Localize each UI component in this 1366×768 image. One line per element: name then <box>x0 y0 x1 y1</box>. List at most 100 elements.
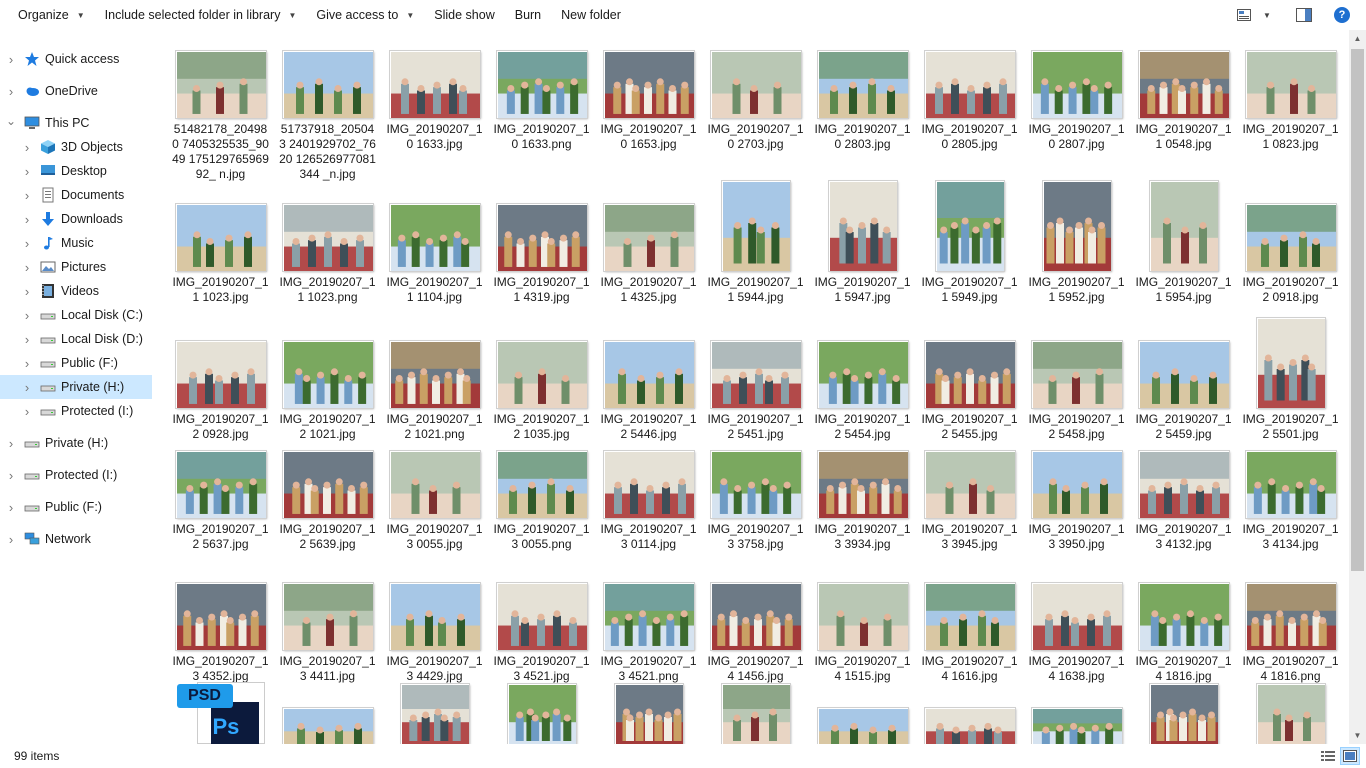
collapse-arrow-icon[interactable]: › <box>6 436 16 451</box>
file-item[interactable]: IMG_20190207_13 0055.png <box>490 432 593 552</box>
nav-item-local-disk-d[interactable]: › Local Disk (D:) <box>0 327 152 351</box>
scroll-down-icon[interactable]: ▼ <box>1349 727 1366 744</box>
collapse-arrow-icon[interactable]: › <box>22 284 32 299</box>
file-item[interactable]: IMG_20190207_13 4429.jpg <box>383 564 486 684</box>
include-in-library-menu[interactable]: Include selected folder in library ▼ <box>95 0 307 30</box>
preview-pane-button[interactable] <box>1292 4 1316 26</box>
nav-item-onedrive[interactable]: › OneDrive <box>0 79 152 103</box>
details-view-button[interactable] <box>1318 747 1338 765</box>
file-item[interactable]: IMG_20190207_13 3934.jpg <box>811 432 914 552</box>
nav-item-protected-i[interactable]: › Protected (I:) <box>0 463 152 487</box>
collapse-arrow-icon[interactable]: › <box>6 532 16 547</box>
file-item[interactable]: 51737918_205043 2401929702_7620 12652697… <box>276 32 379 182</box>
file-item[interactable]: IMG_20190207_10 2803.jpg <box>811 32 914 152</box>
collapse-arrow-icon[interactable]: › <box>22 380 32 395</box>
file-item[interactable]: IMG_20190207_11 1104.jpg <box>383 185 486 305</box>
file-item[interactable]: IMG_20190207_10 2805.jpg <box>918 32 1021 152</box>
file-item[interactable]: IMG_20190207_12 5451.jpg <box>704 322 807 442</box>
nav-item-3d-objects[interactable]: › 3D Objects <box>0 135 152 159</box>
file-item[interactable]: IMG_20190207_12 5501.jpg <box>1239 317 1342 442</box>
file-item[interactable]: IMG_20190207_14 1816.jpg <box>1132 564 1235 684</box>
file-item[interactable]: IMG_20190207_10 2703.jpg <box>704 32 807 152</box>
file-item[interactable] <box>1239 672 1342 744</box>
file-item[interactable] <box>1025 672 1128 744</box>
file-item[interactable] <box>490 672 593 744</box>
file-item[interactable]: IMG_20190207_12 1035.jpg <box>490 322 593 442</box>
scrollbar-thumb[interactable] <box>1351 49 1364 571</box>
file-item[interactable]: IMG_20190207_14 1616.jpg <box>918 564 1021 684</box>
file-item[interactable]: IMG_20190207_13 3950.jpg <box>1025 432 1128 552</box>
nav-item-videos[interactable]: › Videos <box>0 279 152 303</box>
nav-item-protected-i[interactable]: › Protected (I:) <box>0 399 152 423</box>
file-item[interactable]: IMG_20190207_12 5639.jpg <box>276 432 379 552</box>
file-item[interactable] <box>383 672 486 744</box>
file-item[interactable]: IMG_20190207_10 2807.jpg <box>1025 32 1128 152</box>
file-item[interactable]: IMG_20190207_13 4134.jpg <box>1239 432 1342 552</box>
collapse-arrow-icon[interactable]: › <box>6 500 16 515</box>
file-item[interactable]: IMG_20190207_12 5454.jpg <box>811 322 914 442</box>
vertical-scrollbar[interactable]: ▲ ▼ <box>1349 30 1366 744</box>
file-item[interactable]: IMG_20190207_11 1023.png <box>276 185 379 305</box>
file-item[interactable]: IMG_20190207_11 4319.jpg <box>490 185 593 305</box>
file-item[interactable]: IMG_20190207_12 5455.jpg <box>918 322 1021 442</box>
collapse-arrow-icon[interactable]: › <box>22 212 32 227</box>
file-item[interactable]: IMG_20190207_12 1021.png <box>383 322 486 442</box>
file-item[interactable]: IMG_20190207_11 0548.jpg <box>1132 32 1235 152</box>
collapse-arrow-icon[interactable]: › <box>6 84 16 99</box>
collapse-arrow-icon[interactable]: › <box>22 164 32 179</box>
file-item[interactable]: IMG_20190207_13 4521.jpg <box>490 564 593 684</box>
nav-item-private-h[interactable]: › Private (H:) <box>0 431 152 455</box>
file-item[interactable]: IMG_20190207_12 0928.jpg <box>169 322 272 442</box>
nav-item-documents[interactable]: › Documents <box>0 183 152 207</box>
file-item[interactable]: IMG_20190207_13 3758.jpg <box>704 432 807 552</box>
nav-item-music[interactable]: › Music <box>0 231 152 255</box>
file-item[interactable] <box>276 672 379 744</box>
file-item[interactable]: 51482178_204980 7405325535_9049 17512976… <box>169 32 272 182</box>
nav-item-public-f[interactable]: › Public (F:) <box>0 351 152 375</box>
nav-item-local-disk-c[interactable]: › Local Disk (C:) <box>0 303 152 327</box>
collapse-arrow-icon[interactable]: › <box>22 140 32 155</box>
file-item[interactable] <box>597 672 700 744</box>
file-item[interactable]: IMG_20190207_12 0918.jpg <box>1239 185 1342 305</box>
slide-show-button[interactable]: Slide show <box>424 0 504 30</box>
collapse-arrow-icon[interactable]: › <box>22 260 32 275</box>
nav-item-pictures[interactable]: › Pictures <box>0 255 152 279</box>
file-item[interactable] <box>1132 672 1235 744</box>
file-item[interactable]: IMG_20190207_10 1653.jpg <box>597 32 700 152</box>
file-item[interactable]: IMG_20190207_11 5954.jpg <box>1132 180 1235 305</box>
file-item[interactable]: PSD Ps <box>169 672 272 744</box>
collapse-arrow-icon[interactable]: › <box>22 188 32 203</box>
nav-item-this-pc[interactable]: ⌄ This PC <box>0 111 152 135</box>
file-item[interactable]: IMG_20190207_11 5949.jpg <box>918 180 1021 305</box>
nav-item-quick-access[interactable]: › Quick access <box>0 47 152 71</box>
collapse-arrow-icon[interactable]: › <box>22 356 32 371</box>
file-item[interactable]: IMG_20190207_11 5952.jpg <box>1025 180 1128 305</box>
collapse-arrow-icon[interactable]: › <box>22 404 32 419</box>
file-item[interactable]: IMG_20190207_10 1633.jpg <box>383 32 486 152</box>
file-item[interactable]: IMG_20190207_12 5459.jpg <box>1132 322 1235 442</box>
file-item[interactable]: IMG_20190207_11 5947.jpg <box>811 180 914 305</box>
large-icons-view-button[interactable] <box>1340 747 1360 765</box>
file-item[interactable] <box>918 672 1021 744</box>
file-item[interactable]: IMG_20190207_11 4325.jpg <box>597 185 700 305</box>
expand-arrow-icon[interactable]: ⌄ <box>6 114 16 128</box>
file-item[interactable]: IMG_20190207_14 1456.jpg <box>704 564 807 684</box>
nav-item-public-f[interactable]: › Public (F:) <box>0 495 152 519</box>
file-item[interactable]: IMG_20190207_12 5637.jpg <box>169 432 272 552</box>
file-item[interactable] <box>704 672 807 744</box>
file-item[interactable]: IMG_20190207_13 3945.jpg <box>918 432 1021 552</box>
collapse-arrow-icon[interactable]: › <box>6 468 16 483</box>
file-item[interactable]: IMG_20190207_13 4411.jpg <box>276 564 379 684</box>
organize-menu[interactable]: Organize ▼ <box>8 0 95 30</box>
nav-item-network[interactable]: › Network <box>0 527 152 551</box>
file-item[interactable]: IMG_20190207_14 1638.jpg <box>1025 564 1128 684</box>
collapse-arrow-icon[interactable]: › <box>22 332 32 347</box>
file-item[interactable]: IMG_20190207_14 1816.png <box>1239 564 1342 684</box>
collapse-arrow-icon[interactable]: › <box>22 308 32 323</box>
file-item[interactable]: IMG_20190207_12 5446.jpg <box>597 322 700 442</box>
file-item[interactable]: IMG_20190207_11 0823.jpg <box>1239 32 1342 152</box>
file-item[interactable]: IMG_20190207_14 1515.jpg <box>811 564 914 684</box>
file-item[interactable]: IMG_20190207_12 5458.jpg <box>1025 322 1128 442</box>
file-item[interactable]: IMG_20190207_13 0055.jpg <box>383 432 486 552</box>
file-item[interactable]: IMG_20190207_13 0114.jpg <box>597 432 700 552</box>
